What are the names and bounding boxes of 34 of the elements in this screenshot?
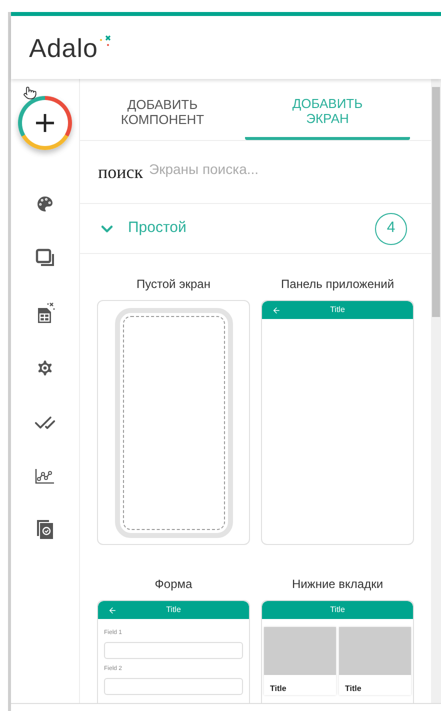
count-badge: 4: [375, 212, 407, 244]
template-card[interactable]: Title: [261, 300, 414, 545]
template-name: Пустой экран: [136, 278, 212, 290]
documents-icon[interactable]: [35, 518, 55, 540]
section-title: Простой: [128, 218, 188, 238]
search-field[interactable]: Экраны поиска...: [149, 158, 413, 180]
item-title: Title: [344, 683, 362, 695]
image-placeholder: [264, 627, 336, 675]
image-placeholder: [339, 627, 411, 675]
template-card[interactable]: Title Title Title: [261, 600, 414, 703]
app-bar-title: Title: [330, 604, 345, 616]
tab[interactable]: ДОБАВИТЬ ЭКРАН: [245, 79, 410, 140]
scrollbar[interactable]: [431, 79, 441, 703]
search-label: поиск: [98, 160, 143, 184]
tab[interactable]: ДОБАВИТЬ КОМПОНЕНТ: [80, 79, 245, 140]
logo[interactable]: Adalo: [29, 34, 98, 60]
template-name: Нижние вкладки: [290, 578, 384, 590]
settings-icon[interactable]: [35, 358, 55, 378]
app-bar-title: Title: [166, 604, 181, 616]
table-icon[interactable]: [35, 302, 55, 324]
scrollbar-thumb[interactable]: [432, 87, 440, 317]
plus-icon: [35, 113, 55, 133]
template-name: Панель приложений: [280, 278, 396, 290]
item-title: Title: [269, 683, 288, 695]
palette-icon[interactable]: [35, 194, 55, 214]
chart-icon[interactable]: [35, 468, 55, 484]
add-button[interactable]: [18, 96, 72, 150]
back-arrow-icon: [272, 306, 281, 314]
template-name: Форма: [154, 578, 194, 590]
hand-cursor-icon: [23, 85, 37, 101]
app-bar-title: Title: [330, 304, 345, 316]
back-arrow-icon: [108, 606, 117, 614]
layers-icon[interactable]: [35, 248, 55, 268]
sparkle-icon: [98, 34, 112, 46]
